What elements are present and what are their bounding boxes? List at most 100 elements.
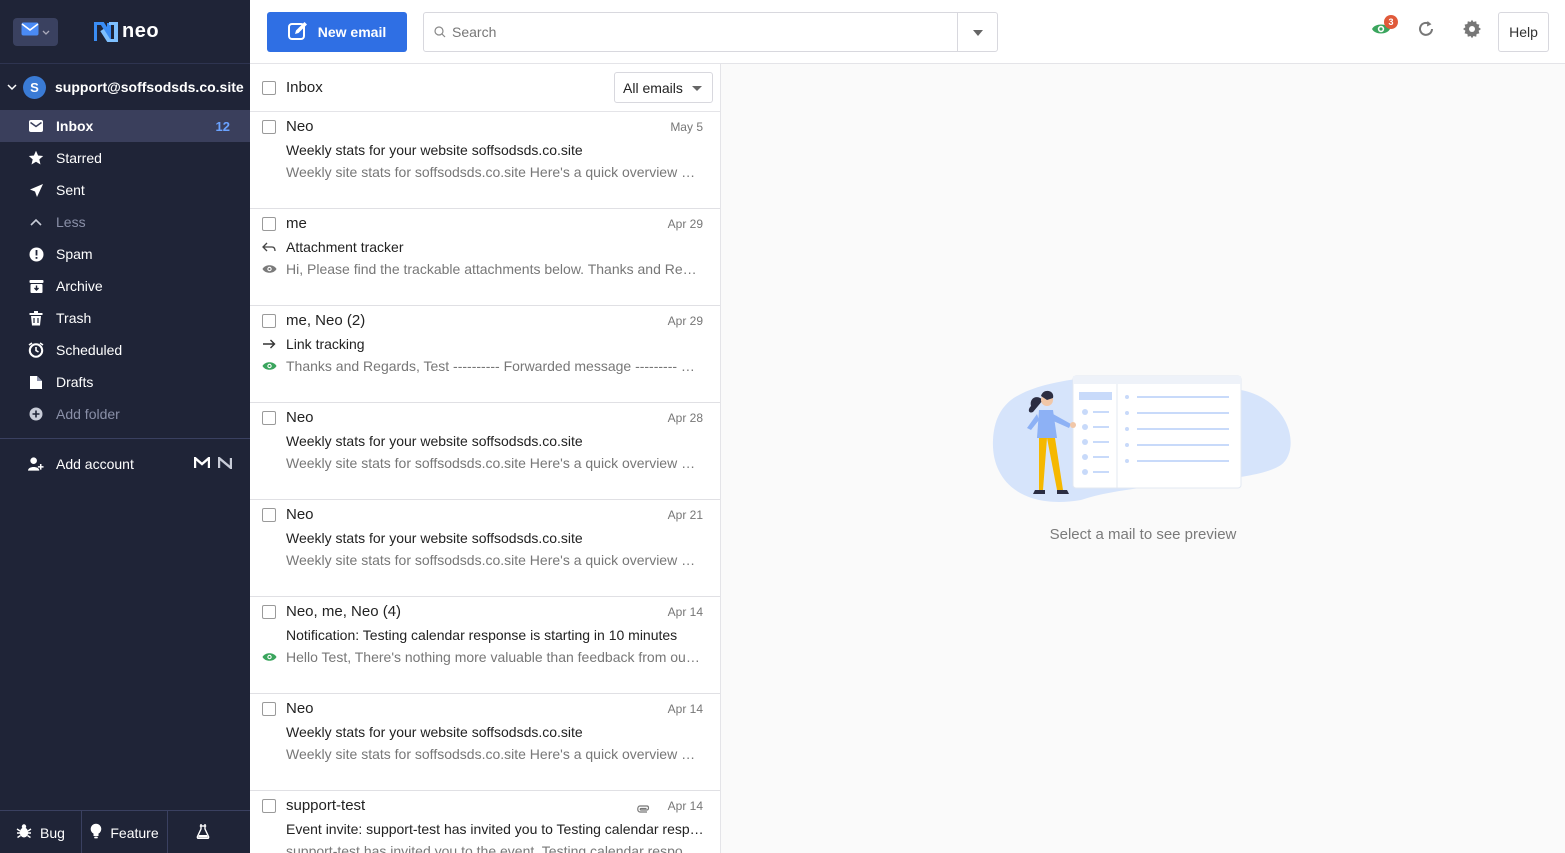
- new-email-label: New email: [317, 24, 387, 40]
- sidebar-item-trash[interactable]: Trash: [0, 302, 250, 334]
- drafts-icon: [28, 374, 44, 390]
- mail-subject: Event invite: support-test has invited y…: [286, 821, 710, 837]
- mail-list-header: Inbox All emails: [250, 64, 720, 112]
- mail-sender: me, Neo (2): [286, 312, 366, 329]
- mail-preview-snippet: Thanks and Regards, Test ---------- Forw…: [286, 358, 702, 374]
- flask-icon: [196, 823, 210, 842]
- app-switcher-button[interactable]: [13, 17, 58, 46]
- mail-subject: Link tracking: [286, 336, 365, 352]
- neo-account-icon[interactable]: [217, 455, 233, 472]
- mail-date: Apr 14: [667, 605, 703, 619]
- mail-rows: Neo May 5 Weekly stats for your website so…: [250, 112, 720, 853]
- unread-count-badge: 12: [215, 118, 230, 134]
- email-filter-select[interactable]: All emails: [614, 72, 713, 103]
- inbox-icon: [28, 118, 44, 134]
- mail-select-checkbox[interactable]: [262, 702, 276, 716]
- add-user-icon: [28, 456, 44, 472]
- sidebar-item-archive[interactable]: Archive: [0, 270, 250, 302]
- sidebar-header: neo: [0, 0, 250, 64]
- sidebar-item-label: Less: [56, 214, 86, 230]
- lightbulb-icon: [90, 823, 102, 842]
- sidebar-item-less[interactable]: Less: [0, 206, 250, 238]
- mail-list-item[interactable]: me Apr 29 Attachment tracker Hi, Please fin…: [250, 209, 720, 306]
- bug-report-button[interactable]: Bug: [0, 811, 82, 853]
- bug-label: Bug: [40, 824, 65, 841]
- mail-select-checkbox[interactable]: [262, 120, 276, 134]
- sidebar-item-sent[interactable]: Sent: [0, 174, 250, 206]
- sidebar-item-add-folder[interactable]: Add folder: [0, 398, 250, 430]
- filter-value: All emails: [623, 79, 683, 96]
- mail-preview-snippet: Weekly site stats for soffsodsds.co.site…: [286, 552, 702, 568]
- sidebar-item-label: Drafts: [56, 374, 94, 390]
- spam-icon: [28, 246, 44, 262]
- mail-list: Inbox All emails Neo May 5 Weekly stats fo…: [250, 64, 721, 853]
- caret-down-icon: [972, 23, 983, 41]
- mail-preview-snippet: Weekly site stats for soffsodsds.co.site…: [286, 746, 702, 762]
- mail-select-checkbox[interactable]: [262, 508, 276, 522]
- mail-date: Apr 29: [667, 314, 703, 328]
- sidebar-item-drafts[interactable]: Drafts: [0, 366, 250, 398]
- top-toolbar: New email 3: [250, 0, 1565, 64]
- sidebar-item-label: Starred: [56, 150, 102, 166]
- mail-subject: Weekly stats for your website soffsodsds…: [286, 530, 583, 546]
- mail-sender: Neo: [286, 700, 314, 717]
- sidebar-item-inbox[interactable]: Inbox 12: [0, 110, 250, 142]
- search-options-dropdown[interactable]: [957, 13, 997, 51]
- account-email: support@soffsodsds.co.site: [55, 79, 244, 95]
- mail-select-checkbox[interactable]: [262, 411, 276, 425]
- help-button[interactable]: Help: [1498, 12, 1549, 52]
- sidebar-item-spam[interactable]: Spam: [0, 238, 250, 270]
- mail-list-item[interactable]: support-test Apr 14 Event invite: support-…: [250, 791, 720, 853]
- mail-icon: [21, 22, 39, 41]
- search-input[interactable]: [452, 24, 942, 40]
- mail-subject: Weekly stats for your website soffsodsds…: [286, 724, 583, 740]
- labs-button[interactable]: [168, 811, 238, 853]
- feature-request-button[interactable]: Feature: [82, 811, 168, 853]
- mail-date: Apr 14: [667, 702, 703, 716]
- avatar: S: [23, 75, 46, 99]
- star-icon: [28, 150, 44, 166]
- select-all-checkbox[interactable]: [262, 80, 276, 95]
- neo-logo-icon: [94, 21, 118, 42]
- add-account-button[interactable]: Add account: [0, 439, 250, 489]
- sidebar-item-starred[interactable]: Starred: [0, 142, 250, 174]
- account-selector[interactable]: S support@soffsodsds.co.site: [0, 64, 250, 110]
- mail-select-checkbox[interactable]: [262, 217, 276, 231]
- mail-subject: Notification: Testing calendar response …: [286, 627, 678, 643]
- mail-select-checkbox[interactable]: [262, 799, 276, 813]
- forward-icon: [261, 337, 277, 351]
- reply-icon: [261, 240, 277, 254]
- folder-nav: Inbox 12 Starred Sent Less Spam Archive …: [0, 110, 250, 430]
- mail-list-item[interactable]: me, Neo (2) Apr 29 Link tracking Thanks and…: [250, 306, 720, 403]
- sidebar: neo S support@soffsodsds.co.site Inbox 1…: [0, 0, 250, 853]
- mail-preview-snippet: support-test has invited you to the even…: [286, 843, 702, 853]
- send-icon: [28, 182, 44, 198]
- settings-button[interactable]: [1461, 19, 1483, 42]
- sidebar-item-label: Add folder: [56, 406, 120, 422]
- mail-list-item[interactable]: Neo May 5 Weekly stats for your website so…: [250, 112, 720, 209]
- search-icon: [434, 26, 446, 38]
- mail-list-item[interactable]: Neo Apr 28 Weekly stats for your website s…: [250, 403, 720, 500]
- mail-list-item[interactable]: Neo Apr 21 Weekly stats for your website s…: [250, 500, 720, 597]
- chevron-down-icon: [7, 78, 17, 96]
- gmail-icon[interactable]: [193, 455, 211, 472]
- read-receipts-button[interactable]: 3: [1370, 15, 1398, 42]
- sidebar-item-label: Archive: [56, 278, 103, 294]
- add-account-label: Add account: [56, 456, 134, 472]
- refresh-icon: [1417, 20, 1435, 43]
- mail-date: May 5: [670, 120, 703, 134]
- search-bar: [423, 12, 998, 52]
- new-email-button[interactable]: New email: [267, 12, 407, 52]
- chevron-down-icon: [42, 23, 50, 41]
- mail-select-checkbox[interactable]: [262, 314, 276, 328]
- refresh-button[interactable]: [1415, 20, 1437, 42]
- mail-list-item[interactable]: Neo, me, Neo (4) Apr 14 Notification: Test…: [250, 597, 720, 694]
- attachment-icon: [636, 800, 650, 818]
- sidebar-item-scheduled[interactable]: Scheduled: [0, 334, 250, 366]
- caret-down-icon: [692, 86, 702, 91]
- tracked-opened-eye-icon: [261, 359, 277, 373]
- mail-preview-snippet: Hello Test, There's nothing more valuabl…: [286, 649, 702, 665]
- mail-list-item[interactable]: Neo Apr 14 Weekly stats for your website s…: [250, 694, 720, 791]
- sidebar-item-label: Inbox: [56, 118, 94, 134]
- mail-select-checkbox[interactable]: [262, 605, 276, 619]
